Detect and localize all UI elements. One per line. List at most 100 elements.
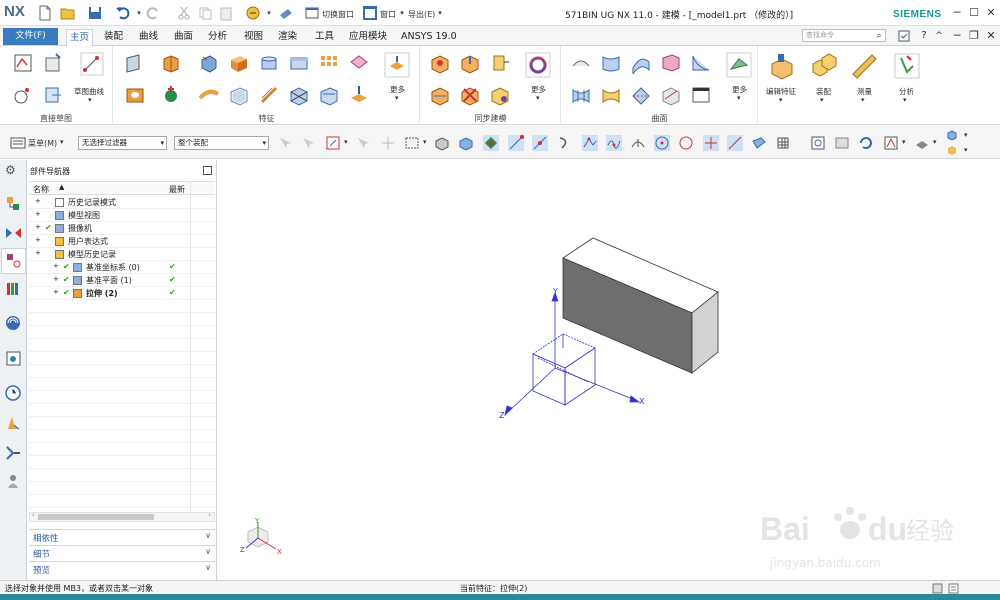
column-latest[interactable]: 最新: [169, 184, 185, 195]
sketch-in-task-icon[interactable]: [42, 52, 64, 74]
system-materials-icon[interactable]: [5, 415, 22, 432]
expand-icon[interactable]: +: [35, 210, 41, 218]
sew-icon[interactable]: [630, 84, 652, 106]
draft-icon[interactable]: [348, 84, 370, 106]
copy-icon[interactable]: [197, 5, 213, 21]
horizontal-scrollbar[interactable]: ‹ ›: [29, 511, 215, 522]
visibility-check-icon[interactable]: ✔: [63, 288, 70, 297]
expand-icon[interactable]: +: [35, 197, 41, 205]
datum-plane-icon[interactable]: [124, 52, 146, 74]
tab-applications[interactable]: 应用模块: [346, 29, 390, 46]
pattern-feature-icon[interactable]: [318, 52, 340, 74]
hole-icon[interactable]: [124, 84, 146, 106]
more-surface-icon[interactable]: [726, 52, 752, 78]
tab-ansys[interactable]: ANSYS 19.0: [398, 29, 460, 46]
tree-node[interactable]: + ✔ 摄像机: [29, 222, 215, 235]
panel-preview[interactable]: 预览 ∨: [29, 561, 215, 576]
cut-icon[interactable]: [176, 5, 192, 21]
switch-window-label[interactable]: 切换窗口: [322, 9, 354, 20]
extrude-icon[interactable]: [160, 52, 182, 74]
expand-icon[interactable]: +: [35, 223, 41, 231]
analysis-icon[interactable]: [893, 52, 921, 80]
ruled-surface-icon[interactable]: [600, 52, 622, 74]
open-folder-icon[interactable]: [60, 5, 76, 21]
window-icon[interactable]: [362, 5, 378, 21]
control-point-icon[interactable]: [557, 135, 573, 151]
cone-icon[interactable]: [288, 52, 310, 74]
curve-point-icon[interactable]: [606, 135, 622, 151]
rectangle-select-icon[interactable]: [404, 135, 420, 151]
select-face-icon[interactable]: [458, 135, 474, 151]
tree-node[interactable]: + 历史记录模式: [29, 196, 215, 209]
selection-scope-select[interactable]: 整个装配 ▾: [174, 136, 269, 150]
scroll-right-icon[interactable]: ›: [208, 511, 211, 519]
assembly-icon[interactable]: [810, 52, 838, 80]
sort-ascending-icon[interactable]: ▲: [59, 183, 64, 191]
undo-icon[interactable]: [115, 5, 131, 21]
close-icon[interactable]: ✕: [984, 6, 998, 20]
cylinder-icon[interactable]: [258, 52, 280, 74]
thicken-icon[interactable]: [690, 84, 712, 106]
shell-icon[interactable]: [228, 84, 250, 106]
circle-center-icon[interactable]: [654, 135, 670, 151]
mid-point-icon[interactable]: [532, 135, 548, 151]
through-curve-mesh-icon[interactable]: [570, 84, 592, 106]
unite-icon[interactable]: [348, 52, 370, 74]
chamfer-icon[interactable]: [288, 84, 310, 106]
expand-icon[interactable]: +: [35, 249, 41, 257]
reuse-library-icon[interactable]: [5, 280, 22, 297]
swept-surface-icon[interactable]: [630, 52, 652, 74]
window-dropdown-icon[interactable]: ▾: [395, 6, 409, 20]
extension-surface-icon[interactable]: [600, 84, 622, 106]
replace-face-icon[interactable]: [429, 84, 451, 106]
rotate-icon[interactable]: [858, 135, 874, 151]
snap-enable-icon[interactable]: [483, 135, 499, 151]
file-menu-tab[interactable]: 文件(F): [3, 28, 58, 45]
measure-icon[interactable]: [850, 52, 878, 80]
boss-icon[interactable]: [160, 84, 182, 106]
edge-display-dropdown-icon[interactable]: ▾: [964, 131, 968, 139]
save-icon[interactable]: [87, 5, 103, 21]
feature-selection-icon[interactable]: [300, 135, 316, 151]
visibility-check-icon[interactable]: ✔: [63, 262, 70, 271]
tab-surface[interactable]: 曲面: [171, 29, 196, 46]
tree-node[interactable]: + 模型历史记录: [29, 248, 215, 261]
visibility-check-icon[interactable]: ✔: [45, 223, 52, 232]
face-display-icon[interactable]: [946, 144, 958, 156]
help-icon[interactable]: ?: [917, 29, 931, 43]
zoom-icon[interactable]: [834, 135, 850, 151]
history-palette-icon[interactable]: [5, 350, 22, 367]
arrow-select-icon[interactable]: [355, 135, 371, 151]
doc-close-icon[interactable]: ✕: [984, 29, 998, 43]
point-on-curve-icon[interactable]: [727, 135, 743, 151]
existing-point-icon[interactable]: [703, 135, 719, 151]
constraint-navigator-icon[interactable]: [5, 224, 22, 241]
clock-icon[interactable]: [5, 385, 22, 402]
command-finder-icon[interactable]: [245, 5, 261, 21]
sweep-icon[interactable]: [198, 84, 220, 106]
tab-home[interactable]: 主页: [66, 29, 94, 46]
circle-sketch-icon[interactable]: [12, 84, 34, 106]
assembly-dropdown-icon[interactable]: ▾: [820, 96, 824, 104]
project-curve-icon[interactable]: [42, 84, 64, 106]
tab-curve[interactable]: 曲线: [136, 29, 161, 46]
redo-icon[interactable]: [145, 5, 161, 21]
studio-surface-icon[interactable]: [690, 52, 712, 74]
tab-view[interactable]: 视图: [241, 29, 266, 46]
navigator-maximize-icon[interactable]: [203, 166, 212, 175]
general-selection-icon[interactable]: [277, 135, 293, 151]
tree-node[interactable]: + ✔ 基准平面 (1) ✔: [29, 274, 215, 287]
web-browser-icon[interactable]: [5, 315, 22, 332]
edge-display-icon[interactable]: [946, 129, 958, 141]
render-style-dropdown-icon[interactable]: ▾: [933, 138, 937, 146]
more-surface-dropdown-icon[interactable]: ▾: [737, 94, 741, 102]
expand-icon[interactable]: +: [53, 262, 59, 270]
customize-quick-access-icon[interactable]: ▾: [433, 6, 447, 20]
pull-face-icon[interactable]: [459, 52, 481, 74]
tab-render[interactable]: 渲染: [275, 29, 300, 46]
delete-face-icon[interactable]: [459, 84, 481, 106]
extruded-block[interactable]: [562, 237, 719, 374]
render-style-icon[interactable]: [914, 135, 930, 151]
roles-icon[interactable]: [5, 473, 22, 490]
tree-node[interactable]: + ✔ 基准坐标系 (0) ✔: [29, 261, 215, 274]
